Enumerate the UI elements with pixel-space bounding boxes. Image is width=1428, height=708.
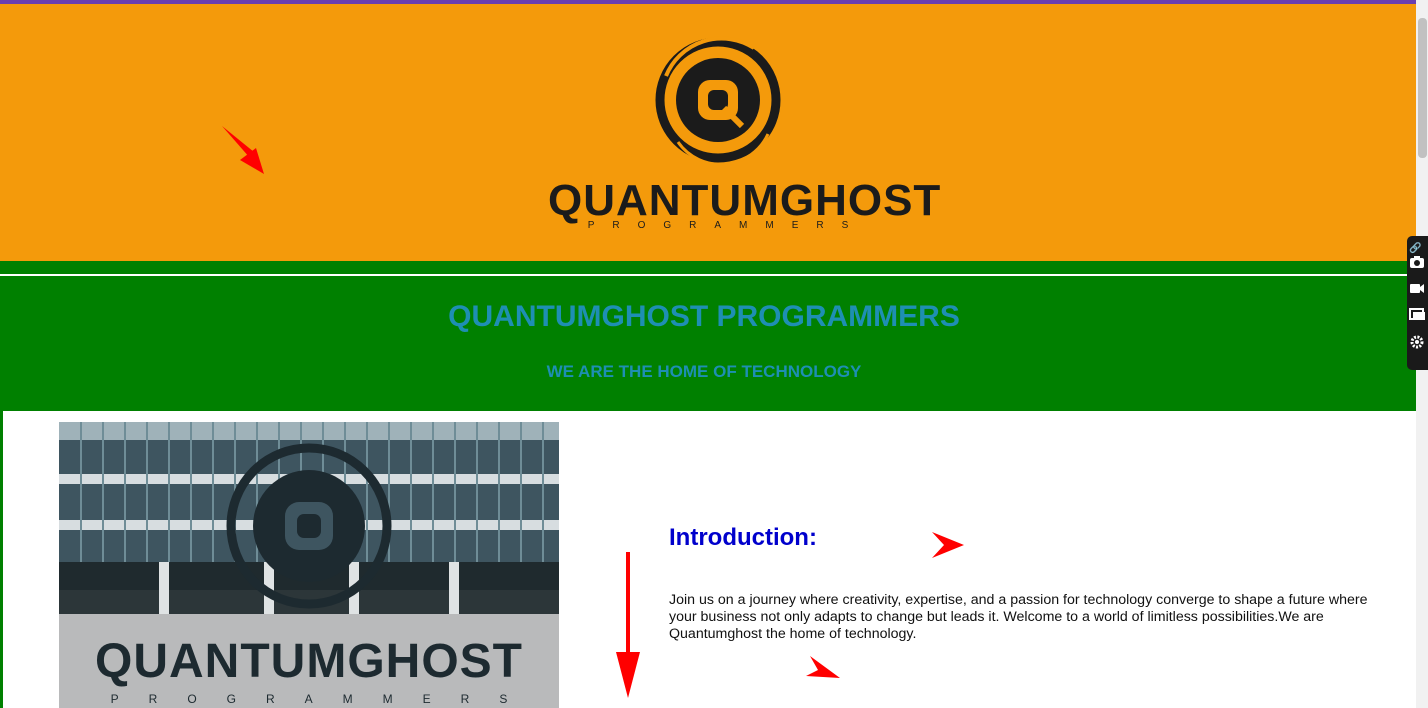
camera-icon[interactable] xyxy=(1409,254,1428,276)
scrollbar-thumb[interactable] xyxy=(1418,18,1427,158)
window-icon[interactable] xyxy=(1409,306,1428,328)
site-header: QUANTUMGHOST PROGRAMMERS xyxy=(0,4,1416,261)
photo-wordmark: QUANTUMGHOST xyxy=(95,635,523,688)
red-arrow-small-annotation-icon xyxy=(806,656,840,678)
red-arrow-right-annotation-icon xyxy=(932,532,964,558)
banner-title: QUANTUMGHOST PROGRAMMERS xyxy=(448,300,960,333)
building-photo: QUANTUMGHOST PROGRAMMERS xyxy=(59,422,559,708)
logo-emblem-icon xyxy=(655,36,781,166)
intro-heading: Introduction: xyxy=(669,524,817,551)
red-arrow-annotation-icon xyxy=(222,126,264,174)
hero-banner: QUANTUMGHOST PROGRAMMERS WE ARE THE HOME… xyxy=(0,276,1416,411)
banner-tagline: WE ARE THE HOME OF TECHNOLOGY xyxy=(546,362,862,381)
gear-icon[interactable] xyxy=(1409,334,1428,356)
video-icon[interactable] xyxy=(1409,280,1428,302)
red-arrow-down-annotation-icon xyxy=(616,552,640,698)
capture-toolbar: 🔗 xyxy=(1407,236,1428,370)
divider-band xyxy=(0,261,1416,275)
photo-subtitle: PROGRAMMERS xyxy=(110,692,538,706)
logo-wordmark: QUANTUMGHOST xyxy=(548,176,942,225)
site-logo[interactable]: QUANTUMGHOST PROGRAMMERS xyxy=(548,36,942,236)
intro-paragraph: Join us on a journey where creativity, e… xyxy=(669,592,1368,642)
logo-subtitle: PROGRAMMERS xyxy=(587,220,867,231)
